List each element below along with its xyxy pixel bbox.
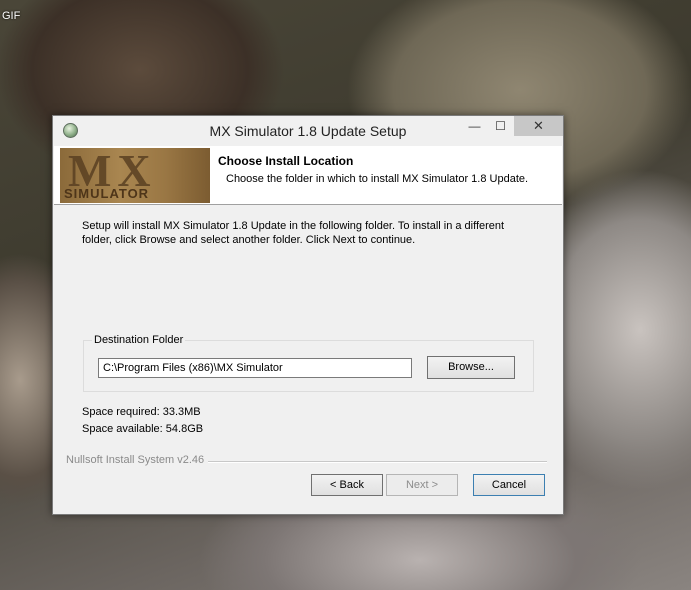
page-title: Choose Install Location	[218, 154, 354, 168]
destination-folder-label: Destination Folder	[92, 334, 186, 346]
desktop-gif-label[interactable]: GIF	[2, 10, 20, 22]
space-available: Space available: 54.8GB	[82, 423, 204, 435]
browse-button[interactable]: Browse...	[427, 356, 515, 379]
page-header: MX SIMULATOR Choose Install Location Cho…	[54, 146, 562, 205]
cancel-button[interactable]: Cancel	[473, 474, 545, 496]
maximize-button[interactable]: ☐	[487, 116, 514, 136]
mx-simulator-logo: MX SIMULATOR	[60, 148, 210, 203]
nsis-branding: Nullsoft Install System v2.46	[66, 454, 209, 466]
logo-simulator-text: SIMULATOR	[64, 186, 150, 201]
destination-path-input[interactable]	[98, 358, 412, 378]
title-bar[interactable]: MX Simulator 1.8 Update Setup — ☐ ✕	[53, 116, 563, 146]
setup-window: MX Simulator 1.8 Update Setup — ☐ ✕ MX S…	[52, 115, 564, 515]
back-button[interactable]: < Back	[311, 474, 383, 496]
close-button[interactable]: ✕	[514, 116, 563, 136]
next-button[interactable]: Next >	[386, 474, 458, 496]
destination-folder-group: Destination Folder Browse...	[83, 334, 534, 392]
minimize-button[interactable]: —	[461, 116, 488, 136]
space-required: Space required: 33.3MB	[82, 406, 201, 418]
page-subtitle: Choose the folder in which to install MX…	[226, 173, 529, 185]
install-description: Setup will install MX Simulator 1.8 Upda…	[82, 220, 505, 246]
